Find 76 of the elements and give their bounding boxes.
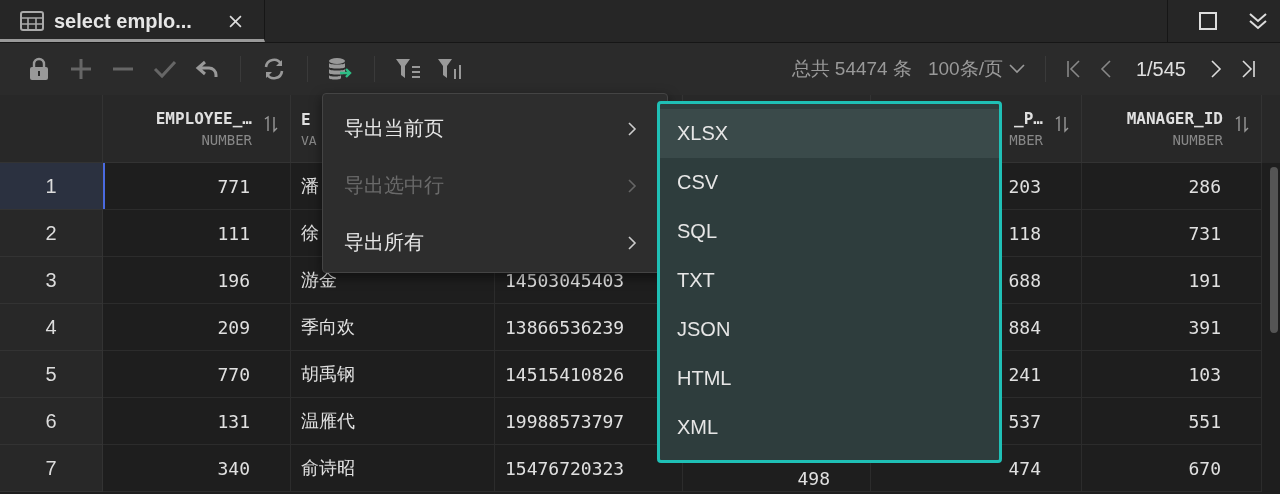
menu-item[interactable]: XML bbox=[660, 403, 999, 452]
row-number[interactable]: 3 bbox=[0, 257, 103, 304]
column-header[interactable]: MANAGER_ID bbox=[1126, 109, 1223, 128]
first-page-icon[interactable] bbox=[1065, 59, 1082, 79]
chevron-right-icon bbox=[627, 177, 637, 194]
menu-item[interactable]: XLSX bbox=[660, 109, 999, 158]
column-type: NUMBER bbox=[201, 132, 252, 148]
sort-icon[interactable] bbox=[262, 115, 280, 133]
table-cell: 286 bbox=[1188, 175, 1221, 197]
table-cell: 537 bbox=[1008, 410, 1041, 432]
table-cell: 俞诗昭 bbox=[301, 456, 355, 480]
chevron-right-icon bbox=[627, 120, 637, 137]
row-number[interactable]: 4 bbox=[0, 304, 103, 351]
table-cell: 103 bbox=[1188, 363, 1221, 385]
table-icon bbox=[20, 11, 44, 31]
row-number[interactable]: 6 bbox=[0, 398, 103, 445]
row-number[interactable]: 1 bbox=[0, 163, 103, 210]
table-cell: 季向欢 bbox=[301, 315, 355, 339]
database-export-icon[interactable] bbox=[328, 57, 354, 81]
caret-icon bbox=[1008, 64, 1025, 74]
table-cell: 13866536239 bbox=[505, 316, 625, 338]
table-cell: 884 bbox=[1008, 316, 1041, 338]
column-type: NUMBER bbox=[1172, 132, 1223, 148]
table-cell: 胡禹钢 bbox=[301, 362, 355, 386]
total-count: 总共 54474 条 bbox=[791, 57, 912, 81]
table-cell: 196 bbox=[217, 269, 250, 291]
table-cell: 191 bbox=[1188, 269, 1221, 291]
table-cell: 498 bbox=[797, 468, 830, 489]
menu-item[interactable]: CSV bbox=[660, 158, 999, 207]
row-number[interactable]: 2 bbox=[0, 210, 103, 257]
filter-bars-icon[interactable] bbox=[437, 57, 463, 81]
menu-item[interactable]: HTML bbox=[660, 354, 999, 403]
table-cell: 203 bbox=[1008, 175, 1041, 197]
table-cell: 770 bbox=[217, 363, 250, 385]
table-cell: 771 bbox=[217, 175, 250, 197]
column-type: VA bbox=[301, 132, 317, 148]
table-cell: 14503045403 bbox=[505, 269, 625, 291]
table-cell: 391 bbox=[1188, 316, 1221, 338]
sort-icon[interactable] bbox=[1233, 115, 1251, 133]
table-cell: 14515410826 bbox=[505, 363, 625, 385]
table-cell: 15476720323 bbox=[505, 457, 625, 479]
sort-icon[interactable] bbox=[1053, 115, 1071, 133]
add-icon[interactable] bbox=[68, 57, 94, 81]
column-type: MBER bbox=[1009, 132, 1043, 148]
table-cell: 潘 bbox=[301, 174, 319, 198]
next-page-icon[interactable] bbox=[1208, 59, 1224, 79]
scrollbar-thumb[interactable] bbox=[1270, 167, 1278, 333]
table-cell: 670 bbox=[1188, 457, 1221, 479]
maximize-icon[interactable] bbox=[1198, 11, 1218, 31]
table-cell: 688 bbox=[1008, 269, 1041, 291]
menu-item[interactable]: JSON bbox=[660, 305, 999, 354]
chevron-right-icon bbox=[627, 234, 637, 251]
table-cell: 551 bbox=[1188, 410, 1221, 432]
table-cell: 游金 bbox=[301, 268, 337, 292]
last-page-icon[interactable] bbox=[1240, 59, 1256, 79]
row-number[interactable]: 7 bbox=[0, 445, 103, 492]
table-cell: 温雁代 bbox=[301, 409, 355, 433]
close-icon[interactable] bbox=[229, 14, 242, 28]
column-header[interactable]: EMPLOYEE_… bbox=[155, 109, 252, 128]
table-cell: 209 bbox=[217, 316, 250, 338]
table-cell: 118 bbox=[1008, 222, 1041, 244]
table-cell: 340 bbox=[217, 457, 250, 479]
table-cell: 731 bbox=[1188, 222, 1221, 244]
column-header[interactable]: _P… bbox=[1014, 109, 1043, 128]
column-header[interactable]: E bbox=[301, 109, 311, 129]
table-cell: 徐 bbox=[301, 221, 319, 245]
page-indicator: 1/545 bbox=[1134, 57, 1187, 81]
table-cell: 241 bbox=[1008, 363, 1041, 385]
filter-list-icon[interactable] bbox=[395, 57, 421, 81]
table-cell: 111 bbox=[217, 222, 250, 244]
table-cell: 474 bbox=[1008, 457, 1041, 479]
table-cell: 19988573797 bbox=[505, 410, 625, 432]
row-number[interactable]: 5 bbox=[0, 351, 103, 398]
page-size-dropdown[interactable]: 100条/页 bbox=[927, 56, 1025, 82]
table-cell: 131 bbox=[217, 410, 250, 432]
double-chevron-icon[interactable] bbox=[1248, 11, 1268, 31]
